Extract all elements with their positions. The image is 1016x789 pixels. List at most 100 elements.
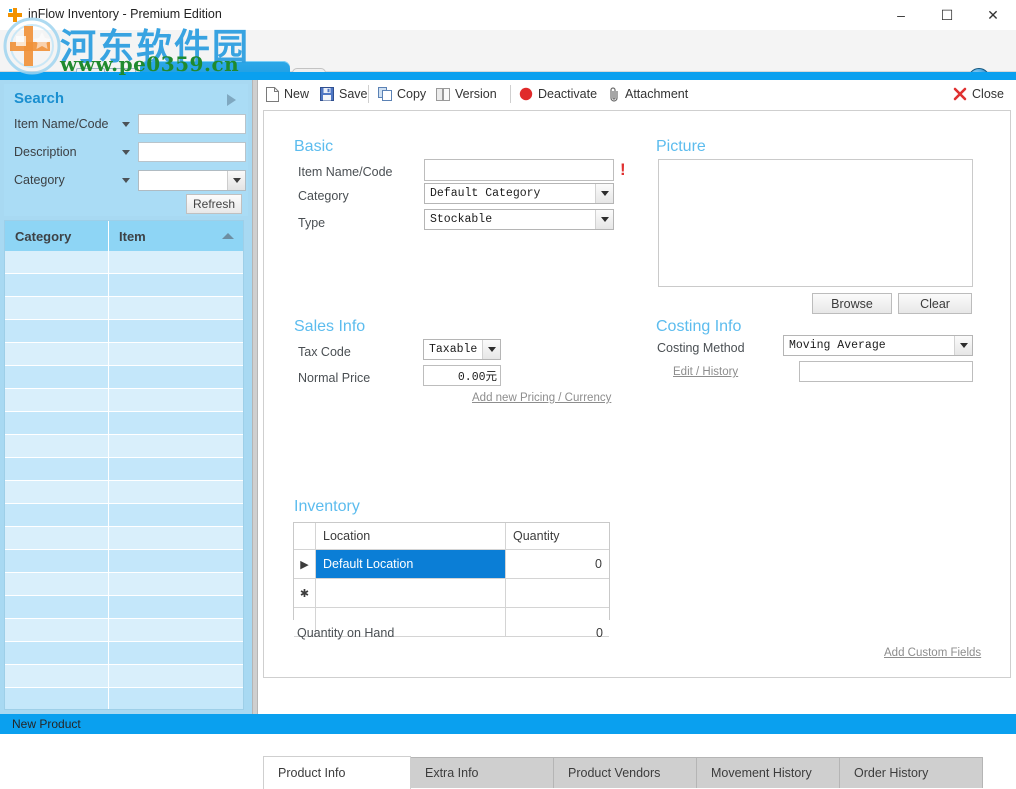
cell-location[interactable]: [316, 579, 506, 608]
search-result-row[interactable]: [5, 527, 243, 550]
search-combo-category[interactable]: [138, 170, 246, 191]
inventory-row[interactable]: ✱: [294, 579, 609, 608]
column-header-quantity[interactable]: Quantity: [506, 523, 609, 550]
inventory-row[interactable]: ▶ Default Location 0: [294, 550, 609, 579]
search-operator-icon-description[interactable]: [122, 150, 130, 155]
edit-history-link[interactable]: Edit / History: [673, 366, 738, 378]
save-button[interactable]: Save: [320, 85, 368, 103]
close-record-button[interactable]: Close: [953, 85, 1004, 103]
cell-category: [5, 573, 109, 596]
chevron-down-icon[interactable]: [954, 336, 972, 355]
label-costing-method: Costing Method: [657, 341, 745, 355]
bottom-tab[interactable]: Movement History: [696, 757, 840, 788]
search-result-row[interactable]: [5, 665, 243, 688]
search-input-description[interactable]: [138, 142, 246, 162]
version-button[interactable]: Version: [436, 85, 497, 103]
bottom-tab[interactable]: Extra Info: [410, 757, 554, 788]
attachment-button[interactable]: Attachment: [609, 85, 688, 103]
search-result-row[interactable]: [5, 596, 243, 619]
search-result-row[interactable]: [5, 573, 243, 596]
search-input-item-name[interactable]: [138, 114, 246, 134]
search-result-row[interactable]: [5, 412, 243, 435]
search-result-row[interactable]: [5, 458, 243, 481]
record-toolbar: New Save Copy Version Deactivate Attachm…: [258, 80, 1016, 108]
bottom-tab[interactable]: Product Info: [263, 756, 411, 789]
search-field-item-name: Item Name/Code: [14, 114, 246, 136]
maximize-button[interactable]: ☐: [924, 0, 970, 30]
new-row-indicator-icon[interactable]: ✱: [294, 579, 316, 608]
column-header-category[interactable]: Category: [5, 221, 109, 251]
inventory-grid-rows: ▶ Default Location 0 ✱: [294, 550, 609, 637]
search-result-row[interactable]: [5, 435, 243, 458]
search-result-row[interactable]: [5, 297, 243, 320]
search-result-row[interactable]: [5, 688, 243, 709]
label-category: Category: [298, 189, 349, 203]
collapse-panel-icon[interactable]: [227, 94, 236, 106]
new-button-label: New: [284, 87, 310, 101]
bottom-tab-label: Extra Info: [425, 766, 479, 780]
search-result-row[interactable]: [5, 343, 243, 366]
input-item-name-code[interactable]: [424, 159, 614, 181]
search-result-row[interactable]: [5, 366, 243, 389]
cell-quantity[interactable]: [506, 579, 609, 608]
input-cost-value[interactable]: [799, 361, 973, 382]
search-panel: Search Item Name/Code Description Catego…: [4, 84, 248, 216]
row-selector-header: [294, 523, 316, 550]
minimize-button[interactable]: –: [878, 0, 924, 30]
search-result-row[interactable]: [5, 320, 243, 343]
picture-preview-area[interactable]: [658, 159, 973, 287]
search-operator-icon-category[interactable]: [122, 178, 130, 183]
column-header-location[interactable]: Location: [316, 523, 506, 550]
chevron-down-icon[interactable]: [595, 210, 613, 229]
combo-tax-code[interactable]: Taxable: [423, 339, 501, 360]
search-result-row[interactable]: [5, 504, 243, 527]
window-controls: – ☐ ✕: [878, 0, 1016, 30]
cell-category: [5, 343, 109, 366]
input-normal-price[interactable]: 0.00元: [423, 365, 501, 386]
chevron-down-icon[interactable]: [482, 340, 500, 359]
cell-category: [5, 274, 109, 297]
add-custom-fields-link[interactable]: Add Custom Fields: [884, 647, 981, 659]
inventory-grid-header: Location Quantity: [294, 523, 609, 550]
new-document-icon: [266, 86, 279, 102]
browse-button[interactable]: Browse: [812, 293, 892, 314]
bottom-tab[interactable]: Order History: [839, 757, 983, 788]
column-header-item[interactable]: Item: [109, 221, 243, 251]
chevron-down-icon[interactable]: [595, 184, 613, 203]
combo-category[interactable]: Default Category: [424, 183, 614, 204]
search-result-row[interactable]: [5, 550, 243, 573]
cell-category: [5, 412, 109, 435]
cell-category: [5, 550, 109, 573]
deactivate-circle-icon: [519, 87, 533, 101]
search-result-row[interactable]: [5, 642, 243, 665]
search-result-row[interactable]: [5, 481, 243, 504]
cell-item: [109, 366, 243, 389]
clear-button[interactable]: Clear: [898, 293, 972, 314]
cell-item: [109, 688, 243, 709]
search-result-row[interactable]: [5, 619, 243, 642]
bottom-tab[interactable]: Product Vendors: [553, 757, 697, 788]
refresh-button[interactable]: Refresh: [186, 194, 242, 214]
search-result-row[interactable]: [5, 274, 243, 297]
copy-button[interactable]: Copy: [378, 85, 426, 103]
required-field-indicator: !: [620, 160, 626, 179]
current-row-indicator-icon[interactable]: ▶: [294, 550, 316, 579]
close-window-button[interactable]: ✕: [970, 0, 1016, 30]
combo-costing-method[interactable]: Moving Average: [783, 335, 973, 356]
deactivate-button[interactable]: Deactivate: [519, 85, 597, 103]
cell-category: [5, 665, 109, 688]
search-result-row[interactable]: [5, 389, 243, 412]
combo-type[interactable]: Stockable: [424, 209, 614, 230]
attachment-button-label: Attachment: [625, 87, 689, 101]
search-result-row[interactable]: [5, 251, 243, 274]
cell-item: [109, 389, 243, 412]
tab-strip: ◀ ▶ Product + ?: [0, 30, 1016, 102]
section-heading-basic: Basic: [294, 138, 334, 155]
new-button[interactable]: New: [266, 85, 309, 103]
cell-location[interactable]: Default Location: [316, 550, 506, 579]
search-operator-icon-item-name[interactable]: [122, 122, 130, 127]
add-pricing-currency-link[interactable]: Add new Pricing / Currency: [472, 392, 611, 404]
chevron-down-icon[interactable]: [227, 171, 245, 190]
accent-band: [0, 72, 1016, 80]
cell-quantity[interactable]: 0: [506, 550, 609, 579]
